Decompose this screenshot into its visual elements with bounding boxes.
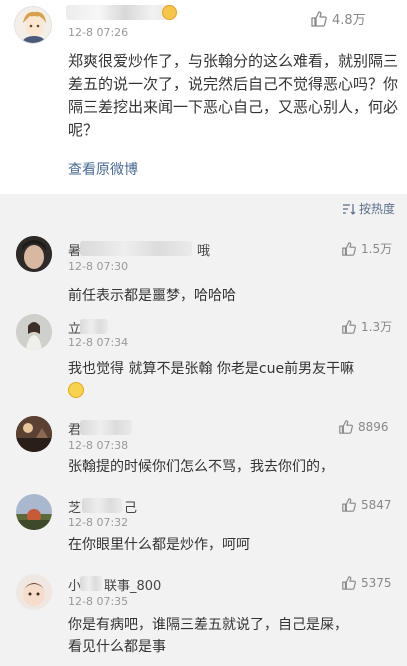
emoji-icon xyxy=(162,5,177,20)
view-original-link[interactable]: 查看原微博 xyxy=(68,159,138,179)
like-count: 4.8万 xyxy=(332,13,366,28)
main-comment: 12-8 07:26 4.8万 郑爽很爱炒作了，与张翰分的这么难看，就别隔三差五… xyxy=(0,0,407,194)
like-button[interactable]: 5847 xyxy=(341,497,392,513)
comment-list: 暑 哦 12-8 07:30 1.5万 前任表示都是噩梦，哈哈哈 立 12-8 … xyxy=(0,222,407,666)
comment-text: 前任表示都是噩梦，哈哈哈 xyxy=(68,288,236,304)
like-count: 1.3万 xyxy=(361,320,393,334)
comment-text: 在你眼里什么都是炒作，呵呵 xyxy=(68,537,250,553)
avatar[interactable] xyxy=(14,6,52,44)
thumbs-up-icon xyxy=(342,319,356,334)
username-suffix: 己 xyxy=(124,501,138,516)
list-item: 君 12-8 07:38 8896 张翰提的时候你们怎么不骂，我去你们的， xyxy=(0,414,407,482)
avatar[interactable] xyxy=(16,494,52,530)
avatar[interactable] xyxy=(16,314,52,350)
avatar[interactable] xyxy=(16,574,52,610)
comment-text: 郑爽很爱炒作了，与张翰分的这么难看，就别隔三差五的说一次了，说完然后自己不觉得恶… xyxy=(68,52,399,139)
username-prefix: 芝 xyxy=(68,501,82,516)
comment-text: 我也觉得 就算不是张翰 你老是cue前男友干嘛 xyxy=(68,358,398,402)
comment-text-line2: 看见什么都是事 xyxy=(68,639,166,655)
comment-text-body: 我也觉得 就算不是张翰 你老是cue前男友干嘛 xyxy=(68,361,355,377)
avatar[interactable] xyxy=(16,416,52,452)
thumbs-up-icon xyxy=(342,576,356,590)
username-blurred xyxy=(80,576,102,591)
emoji-icon xyxy=(68,382,84,398)
sort-label: 按热度 xyxy=(358,202,395,216)
list-item: 暑 哦 12-8 07:30 1.5万 前任表示都是噩梦，哈哈哈 xyxy=(0,234,407,304)
username-blurred xyxy=(80,241,192,256)
like-button[interactable]: 5375 xyxy=(341,575,392,591)
comment-text: 张翰提的时候你们怎么不骂，我去你们的， xyxy=(68,459,334,475)
comment-time: 12-8 07:30 xyxy=(68,260,129,273)
username-blurred xyxy=(66,5,174,20)
like-button[interactable]: 1.3万 xyxy=(341,318,392,335)
username-blurred xyxy=(82,498,122,513)
thumbs-up-icon xyxy=(311,10,327,27)
like-count: 1.5万 xyxy=(361,242,393,256)
like-button[interactable]: 1.5万 xyxy=(341,240,392,257)
username-suffix: 哦 xyxy=(197,244,211,259)
comment-time: 12-8 07:34 xyxy=(68,336,129,349)
comment-text: 你是有病吧，谁隔三差五就说了，自己是屎， 看见什么都是事 xyxy=(68,614,398,658)
list-item: 小 联事_800 12-8 07:35 5375 你是有病吧，谁隔三差五就说了，… xyxy=(0,570,407,666)
username-blurred xyxy=(80,319,108,334)
list-item: 立 12-8 07:34 1.3万 我也觉得 就算不是张翰 你老是cue前男友干… xyxy=(0,312,407,402)
like-count: 5847 xyxy=(361,498,392,512)
comment-time: 12-8 07:35 xyxy=(68,595,129,608)
avatar[interactable] xyxy=(16,236,52,272)
comment-time: 12-8 07:26 xyxy=(68,26,129,39)
thumbs-up-icon xyxy=(342,498,356,512)
like-button[interactable]: 4.8万 xyxy=(310,9,366,28)
like-count: 5375 xyxy=(361,576,392,590)
comment-time: 12-8 07:32 xyxy=(68,516,129,529)
username-suffix: 联事_800 xyxy=(104,579,162,594)
like-button[interactable]: 8896 xyxy=(338,419,389,435)
list-item: 芝 己 12-8 07:32 5847 在你眼里什么都是炒作，呵呵 xyxy=(0,492,407,560)
thumbs-up-icon xyxy=(339,420,353,434)
like-count: 8896 xyxy=(358,420,389,434)
username-blurred xyxy=(80,420,132,435)
thumbs-up-icon xyxy=(342,241,356,256)
sort-by-hot-button[interactable]: 按热度 xyxy=(342,200,395,217)
sort-bar: 按热度 xyxy=(0,194,407,222)
comment-text-line1: 你是有病吧，谁隔三差五就说了，自己是屎， xyxy=(68,617,348,633)
comment-time: 12-8 07:38 xyxy=(68,439,129,452)
sort-icon xyxy=(342,203,356,215)
